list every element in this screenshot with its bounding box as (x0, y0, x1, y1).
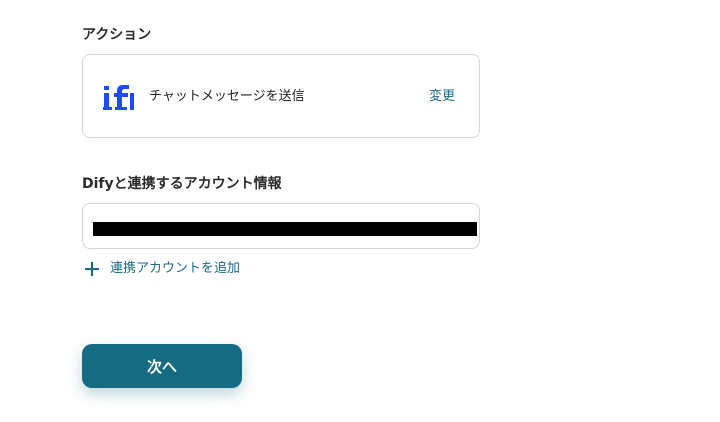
redacted-account-value (93, 222, 477, 236)
add-account-label: 連携アカウントを追加 (110, 261, 241, 276)
dify-logo-icon (103, 85, 134, 110)
account-select-field[interactable] (82, 203, 480, 249)
change-action-link[interactable]: 変更 (429, 88, 455, 106)
plus-icon (85, 262, 99, 276)
action-name: チャットメッセージを送信 (149, 89, 305, 104)
action-card: チャットメッセージを送信 変更 (82, 54, 480, 138)
account-section-label: Difyと連携するアカウント情報 (82, 176, 282, 192)
action-section-label: アクション (82, 27, 152, 43)
add-account-link[interactable]: 連携アカウントを追加 (84, 259, 240, 279)
next-button[interactable]: 次へ (82, 344, 242, 388)
